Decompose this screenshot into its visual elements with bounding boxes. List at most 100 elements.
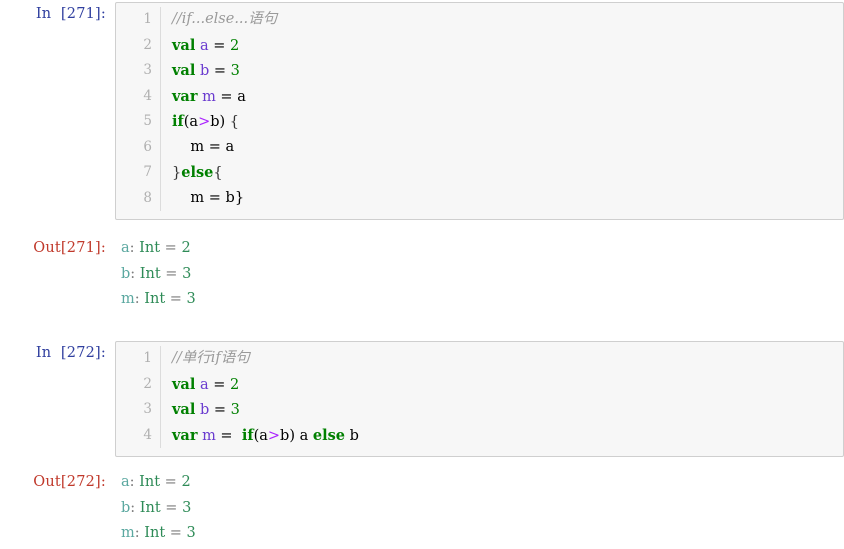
code-token: m = b}: [172, 189, 245, 206]
code-token: 3: [230, 402, 240, 418]
output-var-value: 3: [186, 291, 196, 307]
code-editor-272[interactable]: 1 2 3 4 //单行if语句 val a = 2 val b = 3 var m …: [115, 341, 844, 457]
code-token: =: [209, 402, 231, 418]
output-separator: :: [134, 525, 145, 541]
output-text-271: a: Int = 2 b: Int = 3 m: Int = 3: [115, 236, 844, 313]
output-var-name: a: [121, 474, 130, 490]
code-token: >: [198, 114, 211, 130]
output-var-value: 2: [181, 240, 191, 256]
code-cell-271[interactable]: In [271]: 1 2 3 4 5 6 7 8 //if...else...…: [0, 2, 844, 220]
code-source-271[interactable]: //if...else...语句 val a = 2 val b = 3 var m …: [161, 7, 843, 211]
output-equals: =: [165, 525, 187, 541]
code-token: 2: [229, 376, 240, 393]
output-line: b: Int = 3: [121, 262, 844, 288]
output-var-type: Int: [139, 499, 161, 516]
code-token: =: [215, 427, 242, 444]
code-source-272[interactable]: //单行if语句 val a = 2 val b = 3 var m = if(a>b…: [161, 346, 843, 448]
code-line: val a = 2: [172, 33, 843, 59]
output-line: a: Int = 2: [121, 470, 844, 496]
code-token: a: [199, 37, 209, 54]
output-var-name: a: [121, 240, 130, 256]
output-line: b: Int = 3: [121, 496, 844, 522]
code-line: m = a: [172, 135, 843, 161]
line-number: 2: [143, 36, 152, 53]
output-line: m: Int = 3: [121, 521, 844, 547]
code-token: var: [172, 87, 198, 105]
code-token: if: [172, 113, 184, 130]
code-token: >: [267, 427, 281, 444]
code-token: m = a: [172, 138, 235, 155]
code-token: val: [172, 62, 196, 79]
output-equals: =: [165, 291, 187, 307]
code-token: val: [172, 375, 196, 393]
code-token: (a: [253, 427, 268, 444]
output-var-type: Int: [144, 525, 166, 541]
code-token: //单行if语句: [172, 350, 250, 366]
code-token: =: [208, 37, 230, 54]
code-token: else: [181, 164, 214, 181]
code-token: {: [225, 114, 240, 130]
line-number: 4: [143, 87, 152, 104]
output-var-type: Int: [139, 474, 161, 490]
code-token: if: [241, 426, 254, 444]
output-equals: =: [160, 265, 183, 282]
code-cell-272[interactable]: In [272]: 1 2 3 4 //单行if语句 val a = 2 val b…: [0, 341, 844, 457]
code-token: b): [210, 114, 226, 130]
output-separator: :: [134, 291, 145, 307]
code-token: else: [312, 426, 345, 444]
code-token: =: [209, 63, 231, 79]
output-var-value: 3: [182, 265, 192, 282]
code-line: val b = 3: [172, 397, 843, 423]
code-token: 3: [230, 63, 240, 79]
output-separator: :: [129, 474, 140, 490]
line-number: 3: [143, 62, 152, 78]
line-number: 8: [143, 189, 152, 206]
code-token: m: [202, 88, 216, 105]
code-token: (a: [183, 114, 199, 130]
line-number: 4: [143, 426, 152, 443]
code-line: val b = 3: [172, 58, 843, 84]
line-number: 5: [143, 113, 152, 129]
output-equals: =: [160, 240, 182, 256]
code-token: val: [172, 36, 196, 54]
code-token: 2: [229, 37, 240, 54]
code-token: val: [172, 401, 196, 418]
output-line: m: Int = 3: [121, 287, 844, 313]
output-var-value: 3: [182, 499, 192, 516]
code-token: m: [202, 427, 216, 444]
output-separator: :: [129, 240, 140, 256]
output-var-name: m: [121, 525, 135, 541]
code-line: var m = a: [172, 84, 843, 110]
output-var-type: Int: [139, 240, 161, 256]
code-line: //单行if语句: [172, 346, 843, 372]
code-token: b: [199, 63, 210, 79]
code-token: }: [172, 165, 182, 181]
output-equals: =: [160, 499, 183, 516]
output-var-name: b: [121, 265, 131, 282]
code-token: b) a: [280, 427, 313, 444]
output-var-name: m: [121, 291, 135, 307]
output-var-value: 3: [186, 525, 196, 541]
output-line: a: Int = 2: [121, 236, 844, 262]
code-token: b: [199, 402, 210, 418]
code-token: =: [208, 376, 230, 393]
output-cell-272: Out[272]: a: Int = 2 b: Int = 3 m: Int = 3: [0, 470, 844, 547]
output-cell-271: Out[271]: a: Int = 2 b: Int = 3 m: Int = 3: [0, 236, 844, 313]
code-token: //if...else...语句: [172, 11, 278, 27]
output-prompt-272: Out[272]:: [33, 474, 106, 490]
input-prompt-272: In [272]:: [35, 345, 106, 361]
code-line: if(a>b) {: [172, 109, 843, 135]
code-editor-271[interactable]: 1 2 3 4 5 6 7 8 //if...else...语句 val a = …: [115, 2, 844, 220]
line-number: 7: [143, 164, 152, 180]
output-var-value: 2: [181, 474, 191, 490]
line-number: 3: [143, 401, 152, 417]
output-equals: =: [160, 474, 182, 490]
code-line: val a = 2: [172, 372, 843, 398]
line-number: 2: [143, 375, 152, 392]
line-number: 1: [143, 11, 152, 27]
output-separator: :: [130, 265, 140, 282]
code-token: var: [172, 426, 198, 444]
line-number: 6: [143, 138, 152, 155]
output-prompt-271: Out[271]:: [33, 240, 106, 256]
code-token: {: [213, 165, 223, 181]
